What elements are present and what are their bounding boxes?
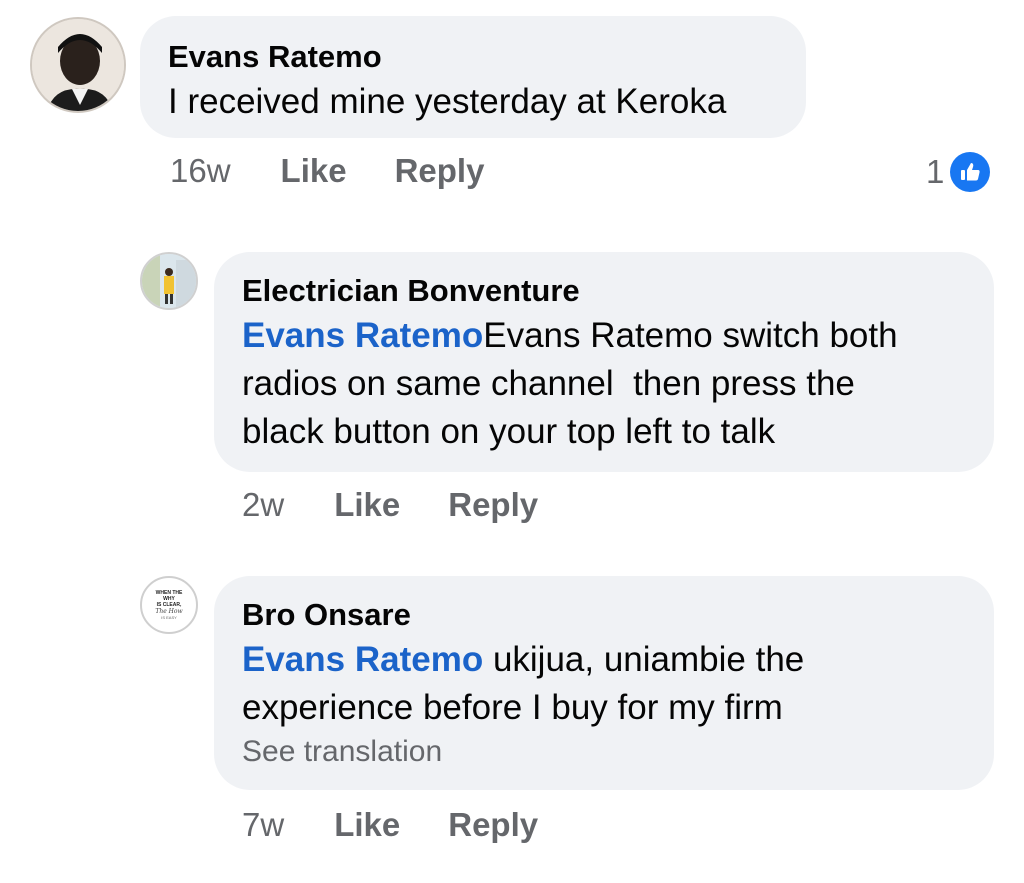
- avatar-portrait-image: [32, 19, 124, 111]
- comment-bubble-1: Evans Ratemo I received mine yesterday a…: [140, 16, 806, 138]
- avatar-text-line: IS EASY: [161, 615, 177, 620]
- avatar-text-line: The How: [155, 608, 183, 615]
- comment-text-line: ukijua, uniambie the: [483, 640, 805, 679]
- comment-author[interactable]: Bro Onsare: [242, 596, 966, 634]
- avatar-electrician-bonventure[interactable]: [140, 252, 198, 310]
- comment-text: I received mine yesterday at Keroka: [168, 82, 727, 121]
- comment-actions-3: 7w Like Reply: [242, 806, 586, 844]
- comment-actions-1: 16w Like Reply: [170, 152, 532, 190]
- avatar-evans-ratemo[interactable]: [30, 17, 126, 113]
- comment-text-line: experience before I buy for my firm: [242, 688, 783, 727]
- avatar-bro-onsare[interactable]: WHEN THE WHY IS CLEAR, The How IS EASY: [140, 576, 198, 634]
- comment-text-line: Evans Ratemo switch both: [483, 316, 898, 355]
- avatar-photo-image: [142, 254, 196, 308]
- comment-timestamp[interactable]: 2w: [242, 486, 284, 524]
- comment-timestamp[interactable]: 7w: [242, 806, 284, 844]
- mention-link[interactable]: Evans Ratemo: [242, 316, 483, 355]
- like-button[interactable]: Like: [281, 152, 347, 190]
- see-translation-link[interactable]: See translation: [242, 732, 966, 772]
- reply-button[interactable]: Reply: [395, 152, 485, 190]
- reaction-count: 1: [926, 153, 945, 190]
- reply-button[interactable]: Reply: [448, 486, 538, 524]
- comment-text: Evans Ratemo ukijua, uniambie the experi…: [242, 636, 966, 732]
- like-button[interactable]: Like: [334, 486, 400, 524]
- comment-bubble-3: Bro Onsare Evans Ratemo ukijua, uniambie…: [214, 576, 994, 790]
- comment-author[interactable]: Evans Ratemo: [168, 38, 778, 76]
- comment-timestamp[interactable]: 16w: [170, 152, 231, 190]
- comment-text-line: black button on your top left to talk: [242, 412, 776, 451]
- comment-bubble-2: Electrician Bonventure Evans RatemoEvans…: [214, 252, 994, 472]
- comment-actions-2: 2w Like Reply: [242, 486, 586, 524]
- comment-text: Evans RatemoEvans Ratemo switch both rad…: [242, 312, 966, 456]
- like-button[interactable]: Like: [334, 806, 400, 844]
- comment-text-line: radios on same channel then press the: [242, 364, 855, 403]
- reply-button[interactable]: Reply: [448, 806, 538, 844]
- reaction-summary[interactable]: 1: [926, 152, 991, 192]
- like-icon: [950, 152, 991, 192]
- mention-link[interactable]: Evans Ratemo: [242, 640, 483, 679]
- comment-author[interactable]: Electrician Bonventure: [242, 272, 966, 310]
